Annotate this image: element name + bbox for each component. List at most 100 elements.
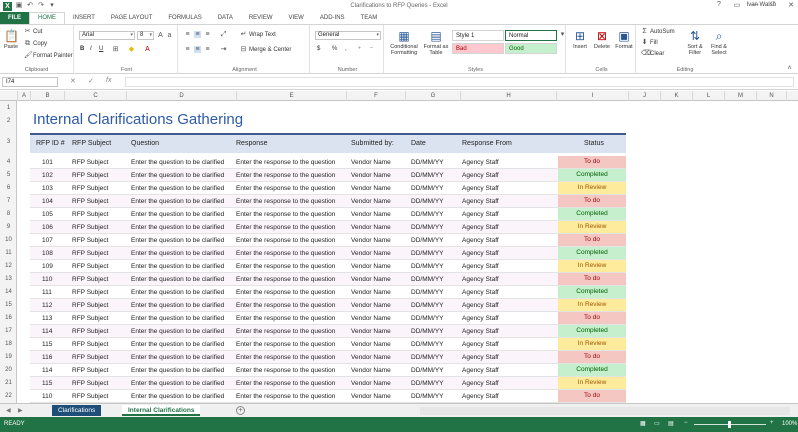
status-badge[interactable]: To do xyxy=(558,156,626,168)
cell-submitted-by[interactable]: Vendor Name xyxy=(351,289,391,296)
zoom-in-icon[interactable]: + xyxy=(770,420,774,426)
status-badge[interactable]: Completed xyxy=(558,364,626,376)
row-header[interactable]: 8 xyxy=(0,211,17,217)
cell-id[interactable]: 110 xyxy=(42,276,52,283)
cell-from[interactable]: Agency Staff xyxy=(462,393,499,400)
status-badge[interactable]: In Review xyxy=(558,338,626,350)
paste-button[interactable]: 📋 Paste xyxy=(3,29,19,50)
cell-from[interactable]: Agency Staff xyxy=(462,159,499,166)
page-break-view-icon[interactable]: ▤ xyxy=(668,420,674,427)
cell-response[interactable]: Enter the response to the question xyxy=(236,289,335,296)
cell-question[interactable]: Enter the question to be clarified xyxy=(131,276,224,283)
style-1-cell-style[interactable]: Style 1 xyxy=(452,30,504,41)
cell-id[interactable]: 107 xyxy=(42,237,53,244)
cell-date[interactable]: DD/MM/YY xyxy=(411,172,444,179)
cell-response[interactable]: Enter the response to the question xyxy=(236,328,335,335)
cell-response[interactable]: Enter the response to the question xyxy=(236,276,335,283)
cell-from[interactable]: Agency Staff xyxy=(462,302,499,309)
status-badge[interactable]: In Review xyxy=(558,221,626,233)
tab-insert[interactable]: INSERT xyxy=(65,12,103,24)
table-row[interactable]: 114 RFP Subject Enter the question to be c… xyxy=(30,325,626,338)
cell-question[interactable]: Enter the question to be clarified xyxy=(131,328,224,335)
tab-home[interactable]: HOME xyxy=(29,12,65,24)
tab-view[interactable]: VIEW xyxy=(281,12,312,24)
middle-align-button[interactable]: ≡ xyxy=(194,31,201,38)
cell-date[interactable]: DD/MM/YY xyxy=(411,354,444,361)
cell-subject[interactable]: RFP Subject xyxy=(72,185,108,192)
cell-question[interactable]: Enter the question to be clarified xyxy=(131,380,224,387)
cell-submitted-by[interactable]: Vendor Name xyxy=(351,354,391,361)
find-select-button[interactable]: ⌕ Find & Select xyxy=(708,29,730,56)
column-header[interactable]: N xyxy=(757,91,787,101)
cell-date[interactable]: DD/MM/YY xyxy=(411,380,444,387)
copy-button[interactable]: ⧉ Copy xyxy=(24,40,47,47)
cell-from[interactable]: Agency Staff xyxy=(462,328,499,335)
cell-from[interactable]: Agency Staff xyxy=(462,354,499,361)
worksheet[interactable]: Internal Clarifications Gathering RFP ID… xyxy=(18,101,798,403)
row-header[interactable]: 11 xyxy=(0,250,17,256)
format-painter-button[interactable]: 🖌 Format Painter xyxy=(24,52,73,59)
increase-decimal-button[interactable]: ⁺ xyxy=(356,46,363,53)
tab-file[interactable]: FILE xyxy=(0,12,29,24)
cell-response[interactable]: Enter the response to the question xyxy=(236,250,335,257)
align-left-button[interactable]: ≡ xyxy=(184,46,191,53)
cell-subject[interactable]: RFP Subject xyxy=(72,289,108,296)
cell-subject[interactable]: RFP Subject xyxy=(72,341,108,348)
cell-response[interactable]: Enter the response to the question xyxy=(236,172,335,179)
table-row[interactable]: 104 RFP Subject Enter the question to be c… xyxy=(30,195,626,208)
cell-submitted-by[interactable]: Vendor Name xyxy=(351,159,391,166)
cell-submitted-by[interactable]: Vendor Name xyxy=(351,393,391,400)
cell-submitted-by[interactable]: Vendor Name xyxy=(351,276,391,283)
cell-response[interactable]: Enter the response to the question xyxy=(236,211,335,218)
cell-question[interactable]: Enter the question to be clarified xyxy=(131,211,224,218)
cell-response[interactable]: Enter the response to the question xyxy=(236,302,335,309)
indent-button[interactable]: ⇥ xyxy=(220,46,227,53)
cell-from[interactable]: Agency Staff xyxy=(462,185,499,192)
cell-question[interactable]: Enter the question to be clarified xyxy=(131,237,224,244)
status-badge[interactable]: In Review xyxy=(558,260,626,272)
cell-submitted-by[interactable]: Vendor Name xyxy=(351,367,391,374)
cell-from[interactable]: Agency Staff xyxy=(462,224,499,231)
table-row[interactable]: 111 RFP Subject Enter the question to be c… xyxy=(30,286,626,299)
table-row[interactable]: 105 RFP Subject Enter the question to be c… xyxy=(30,208,626,221)
cell-response[interactable]: Enter the response to the question xyxy=(236,185,335,192)
cell-from[interactable]: Agency Staff xyxy=(462,237,499,244)
table-row[interactable]: 113 RFP Subject Enter the question to be c… xyxy=(30,312,626,325)
tab-data[interactable]: DATA xyxy=(210,12,241,24)
font-name-combo[interactable]: Arial ▾ xyxy=(79,31,135,40)
number-format-combo[interactable]: General ▾ xyxy=(315,31,381,40)
cell-subject[interactable]: RFP Subject xyxy=(72,328,108,335)
cell-from[interactable]: Agency Staff xyxy=(462,289,499,296)
cell-id[interactable]: 113 xyxy=(42,315,52,322)
cell-date[interactable]: DD/MM/YY xyxy=(411,263,444,270)
cell-subject[interactable]: RFP Subject xyxy=(72,172,108,179)
normal-cell-style[interactable]: Normal xyxy=(505,30,557,41)
styles-more-button[interactable]: ▾ xyxy=(559,31,566,38)
bottom-align-button[interactable]: ≡ xyxy=(204,31,211,38)
column-header[interactable]: B xyxy=(31,91,65,101)
close-icon[interactable]: ✕ xyxy=(786,1,796,9)
sort-filter-button[interactable]: ⇅ Sort & Filter xyxy=(684,29,706,56)
tab-review[interactable]: REVIEW xyxy=(241,12,281,24)
cell-id[interactable]: 109 xyxy=(42,263,53,270)
row-header[interactable]: 5 xyxy=(0,172,17,178)
cell-date[interactable]: DD/MM/YY xyxy=(411,289,444,296)
cell-subject[interactable]: RFP Subject xyxy=(72,263,108,270)
prev-sheet-icon[interactable]: ◀ xyxy=(6,407,11,414)
status-badge[interactable]: Completed xyxy=(558,247,626,259)
status-badge[interactable]: To do xyxy=(558,351,626,363)
status-badge[interactable]: Completed xyxy=(558,325,626,337)
cell-date[interactable]: DD/MM/YY xyxy=(411,393,444,400)
normal-view-icon[interactable]: ▦ xyxy=(640,420,646,427)
cell-subject[interactable]: RFP Subject xyxy=(72,237,108,244)
column-header[interactable]: J xyxy=(629,91,661,101)
cell-date[interactable]: DD/MM/YY xyxy=(411,198,444,205)
bad-cell-style[interactable]: Bad xyxy=(452,43,504,54)
name-box[interactable]: I74 xyxy=(2,77,58,87)
row-header[interactable]: 14 xyxy=(0,289,17,295)
cell-response[interactable]: Enter the response to the question xyxy=(236,341,335,348)
row-header[interactable]: 12 xyxy=(0,263,17,269)
cell-submitted-by[interactable]: Vendor Name xyxy=(351,172,391,179)
format-as-table-button[interactable]: ▤ Format as Table xyxy=(422,29,450,56)
cell-submitted-by[interactable]: Vendor Name xyxy=(351,263,391,270)
